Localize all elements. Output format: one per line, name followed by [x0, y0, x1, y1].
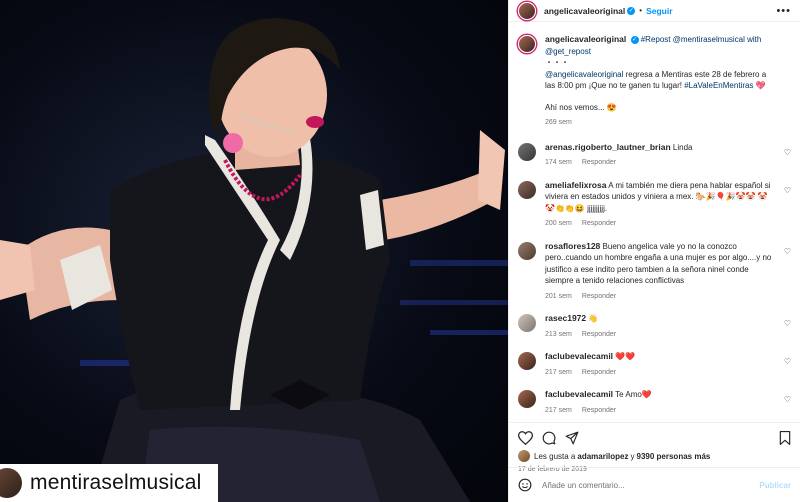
like-comment-heart-icon[interactable]: ♡ — [784, 186, 791, 195]
comment-time: 201 sem — [545, 292, 572, 300]
comment-username[interactable]: ameliafelixrosa — [545, 180, 606, 190]
comment-time: 217 sem — [545, 368, 572, 376]
comment-item: ameliafelixrosa A mi también me diera pe… — [518, 180, 791, 230]
caption: angelicavaleoriginal ✓ #Repost @mentiras… — [518, 34, 791, 129]
more-options-icon[interactable]: ••• — [776, 5, 791, 17]
caption-mention[interactable]: @angelicavaleoriginal — [545, 70, 623, 79]
caption-hashtag[interactable]: #LaValeEnMentiras — [684, 81, 753, 90]
caption-username[interactable]: angelicavaleoriginal — [545, 34, 626, 44]
post-side-panel: angelicavaleoriginal ✓ • Seguir ••• ange… — [508, 0, 800, 502]
post-photo[interactable]: mentiraselmusical — [0, 0, 508, 502]
instagram-post-view: mentiraselmusical angelicavaleoriginal ✓… — [0, 0, 800, 502]
comments-scroll-area[interactable]: angelicavaleoriginal ✓ #Repost @mentiras… — [509, 22, 800, 422]
comment-username[interactable]: faclubevalecamil — [545, 389, 613, 399]
repost-avatar — [0, 468, 22, 498]
comment-username[interactable]: rasec1972 — [545, 313, 586, 323]
comment-text: ❤️❤️ — [615, 352, 636, 361]
reply-button[interactable]: Responder — [582, 331, 616, 338]
emoji-icon[interactable] — [518, 478, 532, 492]
like-heart-icon[interactable] — [518, 431, 533, 445]
share-send-icon[interactable] — [565, 431, 579, 445]
comment-item: arenas.rigoberto_lautner_brian Linda 174… — [518, 142, 791, 169]
comment-text: Linda — [672, 142, 693, 152]
caption-time: 269 sem — [545, 119, 572, 126]
comment-item: faclubevalecamil Te Amo❤️ 217 sem Respond… — [518, 389, 791, 416]
commenter-avatar[interactable] — [518, 390, 536, 408]
author-username[interactable]: angelicavaleoriginal — [544, 6, 625, 16]
comment-time: 200 sem — [545, 220, 572, 227]
like-comment-heart-icon[interactable]: ♡ — [784, 319, 791, 328]
repost-account-name: mentiraselmusical — [30, 471, 202, 494]
comment-time: 217 sem — [545, 406, 572, 414]
caption-dots: ・・・ — [545, 58, 569, 67]
liker-username[interactable]: adamarilopez — [577, 452, 628, 461]
publish-button[interactable]: Publicar — [759, 481, 791, 490]
commenter-avatar[interactable] — [518, 142, 536, 161]
reply-button[interactable]: Responder — [582, 369, 616, 376]
comment-username[interactable]: arenas.rigoberto_lautner_brian — [545, 142, 671, 152]
reply-button[interactable]: Responder — [582, 220, 616, 227]
likes-prefix: Les gusta a — [534, 451, 576, 461]
reply-button[interactable]: Responder — [582, 293, 616, 300]
like-comment-heart-icon[interactable]: ♡ — [784, 395, 791, 404]
comment-input[interactable] — [542, 480, 760, 490]
comment-item: faclubevalecamil ❤️❤️ 217 sem Responder ♡ — [518, 351, 791, 378]
author-avatar[interactable] — [518, 1, 536, 20]
comment-username[interactable]: rosaflores128 — [545, 241, 600, 251]
repost-watermark: mentiraselmusical — [0, 464, 218, 502]
commenter-avatar[interactable] — [518, 180, 536, 199]
post-header: angelicavaleoriginal ✓ • Seguir ••• — [509, 0, 800, 22]
likes-count[interactable]: 9390 personas más — [637, 452, 711, 461]
reply-button[interactable]: Responder — [582, 159, 616, 166]
verified-badge-icon: ✓ — [627, 6, 636, 15]
like-comment-heart-icon[interactable]: ♡ — [784, 247, 791, 256]
caption-closing: Ahí nos vemos... 😍 — [545, 102, 617, 112]
verified-badge-icon: ✓ — [630, 35, 639, 44]
commenter-avatar[interactable] — [518, 352, 536, 370]
comment-text: Te Amo❤️ — [615, 390, 652, 399]
like-comment-heart-icon[interactable]: ♡ — [784, 148, 791, 157]
comment-time: 213 sem — [545, 330, 572, 338]
post-actions: Les gusta a adamarilopez y 9390 personas… — [509, 422, 800, 473]
performer-illustration — [0, 18, 508, 502]
likes-mid: y — [630, 451, 635, 461]
add-comment-bar: Publicar — [509, 467, 800, 502]
caption-hashtag-emoji: 💖 — [753, 81, 766, 90]
like-comment-heart-icon[interactable]: ♡ — [784, 357, 791, 366]
comment-text: 👋 — [588, 314, 599, 323]
comment-time: 174 sem — [545, 159, 572, 166]
likes-summary: Les gusta a adamarilopez y 9390 personas… — [518, 450, 791, 462]
dot-separator: • — [639, 6, 643, 15]
caption-avatar[interactable] — [518, 35, 536, 53]
commenter-avatar[interactable] — [518, 241, 536, 260]
follow-button[interactable]: Seguir — [646, 6, 672, 16]
commenter-avatar[interactable] — [518, 314, 536, 332]
reply-button[interactable]: Responder — [582, 407, 616, 414]
comment-item: rosaflores128 Bueno angelica vale yo no … — [518, 241, 791, 303]
comment-item: rasec1972 👋 213 sem Responder ♡ — [518, 313, 791, 340]
save-bookmark-icon[interactable] — [779, 431, 791, 445]
comment-username[interactable]: faclubevalecamil — [545, 351, 613, 361]
liker-avatar — [518, 450, 530, 462]
comment-bubble-icon[interactable] — [542, 431, 556, 445]
